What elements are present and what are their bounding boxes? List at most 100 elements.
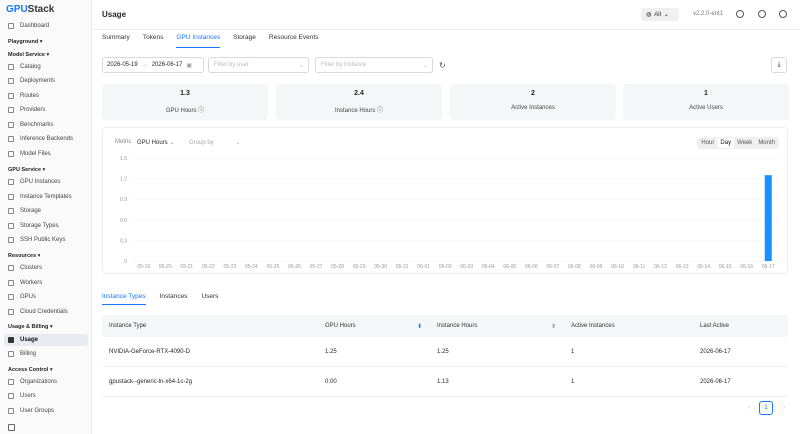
version-label: v2.2.0-ent1 — [693, 11, 724, 17]
cell-last-active: 2026-06-17 — [700, 348, 731, 355]
chevron-down-icon: ▾ — [48, 324, 53, 330]
chevron-down-icon: ⌄ — [663, 12, 669, 18]
sidebar-item-instance-templates[interactable]: Instance Templates — [4, 191, 88, 203]
user-filter-select[interactable]: Filter by user ⌄ — [208, 57, 309, 73]
cell-instance-type: gpustack--generic-ln-x64-1c-2g — [109, 378, 193, 385]
cell-instance-type: NVIDIA-GeForce-RTX-4090-D — [109, 348, 190, 355]
scope-select[interactable]: ◍ All ⌄ — [641, 8, 679, 21]
sidebar-item-label: Catalog — [20, 64, 41, 70]
sidebar-section-usage-billing[interactable]: Usage & Billing ▾ — [8, 324, 53, 330]
table-header: Instance Type GPU Hours ⬍ Instance Hours… — [102, 315, 788, 337]
sidebar-item-user-groups[interactable]: User Groups — [4, 405, 88, 417]
download-button[interactable]: ⤓ — [771, 57, 787, 73]
sidebar-item-gpus[interactable]: GPUs — [4, 291, 88, 303]
usage-chart-panel: Metric GPU Hours ⌄ Group by ⌄ Hour Day W… — [102, 127, 788, 274]
tab-resource-events[interactable]: Resource Events — [269, 34, 319, 48]
sidebar-item-storage-types[interactable]: Storage Types — [4, 220, 88, 232]
sidebar-item-inference-backends[interactable]: Inference Backends — [4, 133, 88, 145]
tab-summary[interactable]: Summary — [102, 34, 130, 48]
sidebar-section-resources[interactable]: Resources ▾ — [8, 253, 40, 259]
x-tick-label: 06-11 — [633, 264, 646, 270]
organizations-icon — [8, 379, 14, 385]
column-header-gpu-hours[interactable]: GPU Hours — [318, 323, 430, 329]
date-range-picker[interactable]: 2026-05-19 → 2026-06-17 ▣ — [102, 57, 204, 73]
sidebar-item-label: Inference Backends — [20, 136, 74, 142]
tab-storage[interactable]: Storage — [233, 34, 256, 48]
sidebar-collapse-icon[interactable] — [8, 424, 15, 431]
stat-card-gpu-hours: 1.3 GPU Hours ⓘ — [102, 84, 268, 120]
tab-instances[interactable]: Instances — [160, 293, 188, 305]
sidebar-section-model-service[interactable]: Model Service ▾ — [8, 52, 49, 58]
sidebar-item-label: Billing — [20, 351, 37, 357]
x-tick-label: 05-28 — [331, 264, 344, 270]
tab-gpu-instances[interactable]: GPU Instances — [176, 34, 221, 48]
storage-types-icon — [8, 223, 14, 229]
bar-06-17[interactable] — [764, 175, 772, 261]
sidebar-item-dashboard[interactable]: Dashboard — [4, 20, 88, 32]
user-avatar-icon[interactable] — [779, 10, 787, 18]
info-icon[interactable]: ⓘ — [377, 108, 383, 114]
routes-icon — [8, 93, 14, 99]
sidebar-item-workers[interactable]: Workers — [4, 277, 88, 289]
x-tick-label: 06-15 — [719, 264, 732, 270]
stat-card-instance-hours: 2.4 Instance Hours ⓘ — [276, 84, 442, 120]
info-icon[interactable]: ⓘ — [198, 108, 204, 114]
dashboard-icon — [8, 23, 14, 29]
sidebar: GPUStack Dashboard Playground ▾ Model Serv… — [0, 0, 92, 434]
x-tick-label: 06-02 — [439, 264, 452, 270]
sort-icon[interactable]: ⬍ — [551, 323, 556, 330]
cell-instance-hours: 1.13 — [437, 378, 449, 385]
stat-card-active-instances: 2 Active Instances — [450, 84, 616, 120]
sort-icon[interactable]: ⬍ — [417, 323, 422, 330]
help-icon[interactable] — [736, 10, 744, 18]
sidebar-item-ssh-public-keys[interactable]: SSH Public Keys — [4, 234, 88, 246]
sidebar-item-usage[interactable]: Usage — [4, 334, 88, 346]
sidebar-item-benchmarks[interactable]: Benchmarks — [4, 119, 88, 131]
gpu-hours-bar-chart: 0 0.3 0.6 0.9 1.2 1.5 05-19 05-20 05-21 05-22 05-2… — [120, 156, 779, 270]
sidebar-item-cloud-credentials[interactable]: Cloud Credentials — [4, 306, 88, 318]
gear-icon[interactable] — [758, 10, 766, 18]
sidebar-item-label: GPUs — [20, 294, 37, 300]
chevron-down-icon: ▾ — [36, 253, 41, 259]
sidebar-item-providers[interactable]: Providers — [4, 104, 88, 116]
tab-users[interactable]: Users — [201, 293, 218, 305]
refresh-icon[interactable]: ↻ — [439, 61, 446, 70]
next-page-button[interactable]: › — [779, 401, 789, 415]
page-title: Usage — [102, 10, 127, 19]
x-tick-label: 05-24 — [245, 264, 258, 270]
tab-tokens[interactable]: Tokens — [143, 34, 164, 48]
sidebar-item-label: Organizations — [20, 379, 58, 385]
sidebar-item-routes[interactable]: Routes — [4, 90, 88, 102]
x-tick-label: 06-04 — [482, 264, 495, 270]
chevron-down-icon: ▾ — [45, 52, 50, 58]
sidebar-item-storage[interactable]: Storage — [4, 205, 88, 217]
x-tick-label: 06-08 — [568, 264, 581, 270]
x-tick-label: 06-03 — [460, 264, 473, 270]
usage-tabs: Summary Tokens GPU Instances Storage Res… — [102, 34, 318, 48]
y-tick-label: 1.2 — [120, 177, 127, 183]
page-1-button[interactable]: 1 — [759, 401, 773, 415]
sidebar-item-label: GPU Instances — [20, 179, 61, 185]
sidebar-item-users[interactable]: Users — [4, 390, 88, 402]
sidebar-item-deployments[interactable]: Deployments — [4, 75, 88, 87]
date-separator: → — [141, 62, 148, 68]
sidebar-item-label: Users — [20, 393, 36, 399]
y-tick-label: 0.3 — [120, 238, 127, 244]
date-end[interactable]: 2026-06-17 — [152, 62, 183, 68]
sidebar-section-playground[interactable]: Playground ▾ — [8, 39, 43, 45]
tab-instance-types[interactable]: Instance Types — [102, 293, 146, 305]
billing-icon — [8, 351, 14, 357]
sidebar-item-clusters[interactable]: Clusters — [4, 262, 88, 274]
column-header-instance-hours[interactable]: Instance Hours — [430, 323, 564, 329]
sidebar-item-model-files[interactable]: Model Files — [4, 148, 88, 160]
sidebar-item-billing[interactable]: Billing — [4, 348, 88, 360]
sidebar-section-gpu-service[interactable]: GPU Service ▾ — [8, 167, 45, 173]
sidebar-section-access-control[interactable]: Access Control ▾ — [8, 367, 53, 373]
instance-filter-select[interactable]: Filter by instance ⌄ — [315, 57, 433, 73]
column-header-instance-type[interactable]: Instance Type — [102, 323, 318, 329]
date-start[interactable]: 2026-05-19 — [107, 62, 138, 68]
sidebar-item-catalog[interactable]: Catalog — [4, 61, 88, 73]
prev-page-button[interactable]: ‹ — [744, 401, 754, 415]
sidebar-item-gpu-instances[interactable]: GPU Instances — [4, 176, 88, 188]
sidebar-item-organizations[interactable]: Organizations — [4, 376, 88, 388]
